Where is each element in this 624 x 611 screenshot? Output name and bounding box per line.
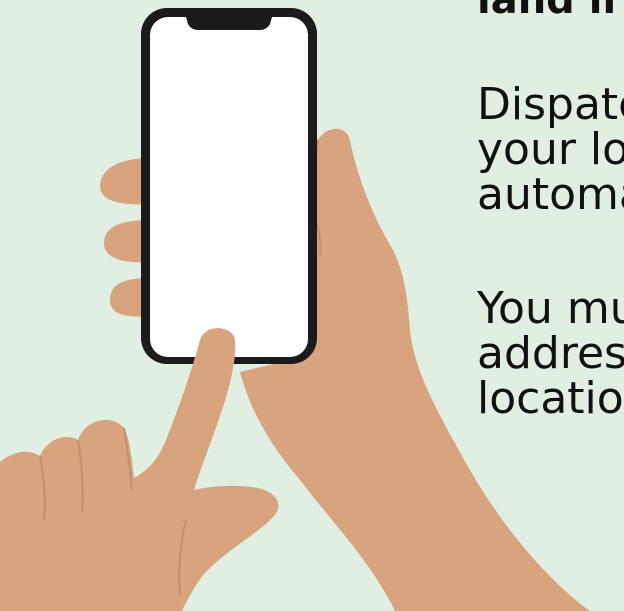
- dispatch-paragraph: Dispatc your lo automa: [477, 82, 624, 217]
- address-paragraph: You mu addres locatio: [477, 286, 624, 421]
- phone-notch: [186, 17, 272, 30]
- paragraph-line: your lo: [477, 124, 624, 175]
- paragraph-line: Dispatc: [477, 79, 624, 130]
- slide: land li Dispatc your lo automa You mu ad…: [0, 0, 624, 611]
- paragraph-line: addres: [477, 328, 624, 379]
- paragraph-line: automa: [477, 169, 624, 220]
- section-heading: land li: [477, 0, 617, 23]
- slide-text: land li Dispatc your lo automa You mu ad…: [477, 0, 624, 421]
- paragraph-line: You mu: [477, 283, 624, 334]
- phone-screen: [150, 17, 308, 357]
- paragraph-line: locatio: [477, 373, 624, 424]
